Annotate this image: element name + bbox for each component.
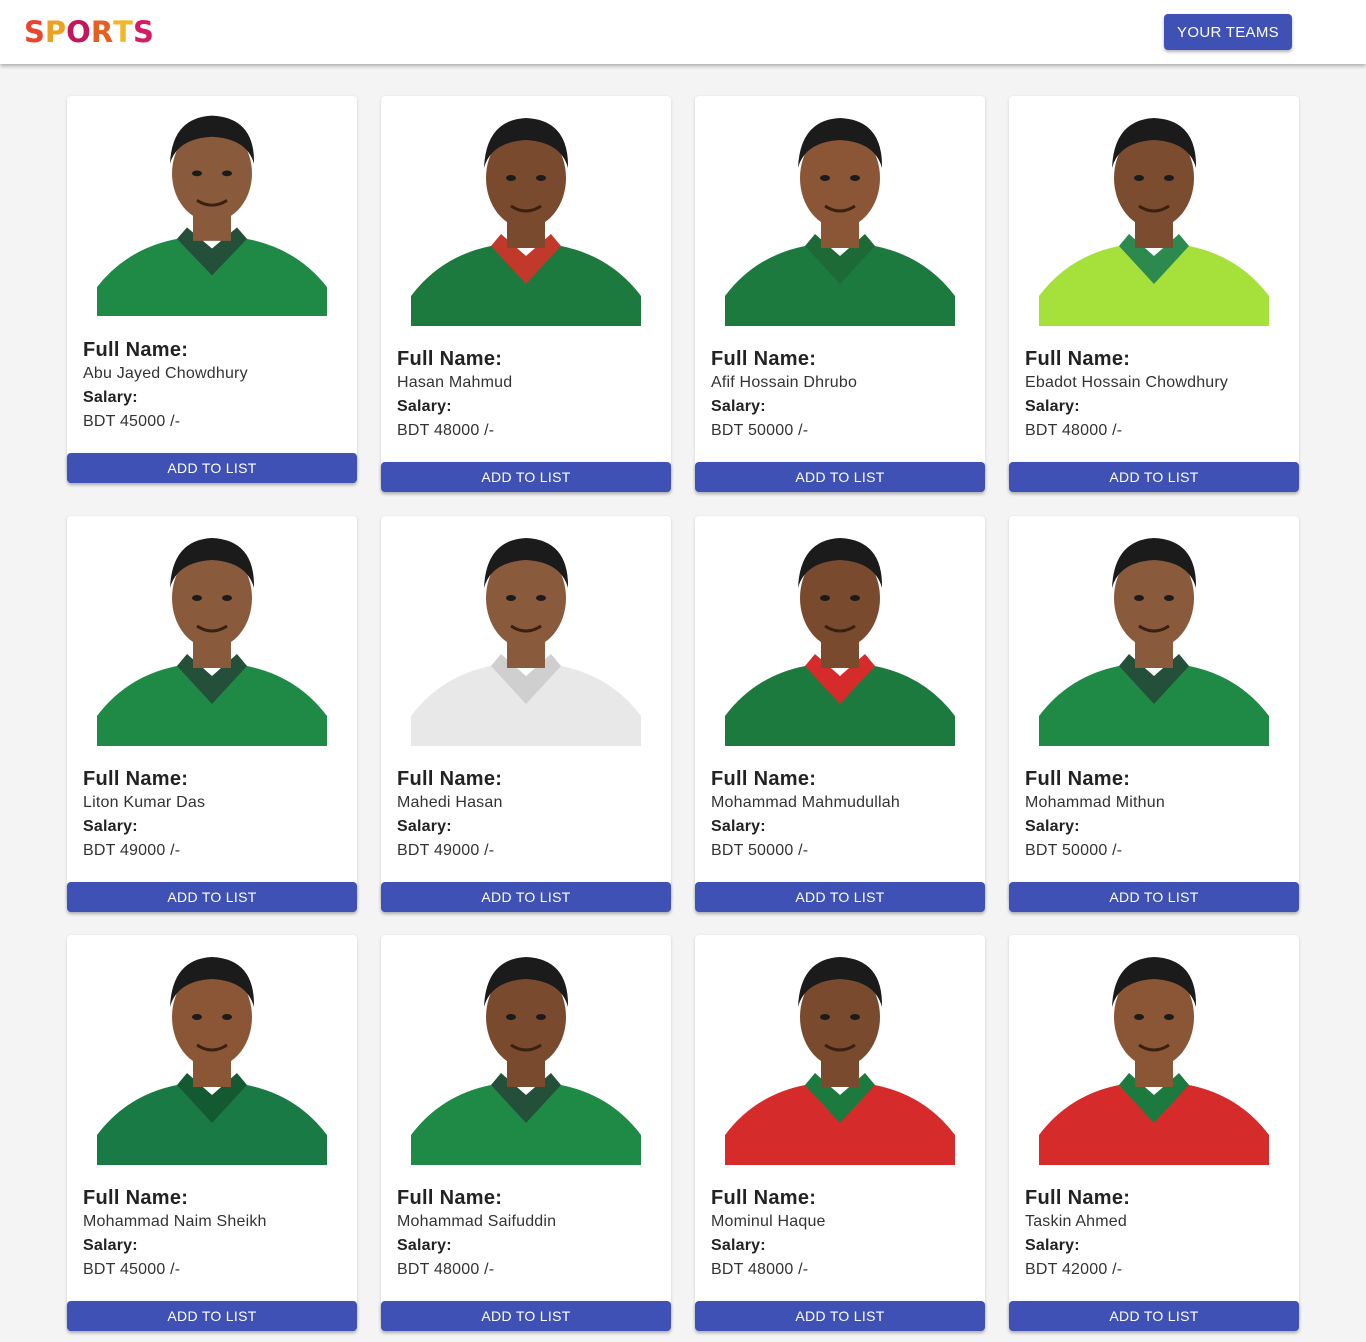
salary-label: Salary: — [711, 1237, 766, 1254]
salary-label: Salary: — [1025, 398, 1080, 415]
player-salary: BDT 45000 /- — [83, 413, 181, 430]
player-card: Full Name: Taskin Ahmed Salary: BDT 4200… — [1009, 935, 1299, 1331]
player-card: Full Name: Mohammad Mithun Salary: BDT 5… — [1009, 516, 1299, 912]
add-to-list-button[interactable]: ADD TO LIST — [381, 1301, 671, 1331]
add-to-list-button[interactable]: ADD TO LIST — [381, 462, 671, 492]
player-card: Full Name: Ebadot Hossain Chowdhury Sala… — [1009, 96, 1299, 492]
player-name: Mominul Haque — [711, 1213, 826, 1230]
full-name-label: Full Name: — [397, 1187, 503, 1209]
player-name: Abu Jayed Chowdhury — [83, 365, 248, 382]
salary-label: Salary: — [397, 818, 452, 835]
add-to-list-button[interactable]: ADD TO LIST — [695, 1301, 985, 1331]
player-photo — [725, 945, 955, 1165]
add-to-list-button[interactable]: ADD TO LIST — [67, 1301, 357, 1331]
player-photo — [411, 106, 641, 326]
player-name: Mohammad Saifuddin — [397, 1213, 557, 1230]
player-photo — [1039, 945, 1269, 1165]
salary-label: Salary: — [397, 1237, 452, 1254]
full-name-label: Full Name: — [711, 768, 817, 790]
full-name-label: Full Name: — [83, 339, 189, 361]
full-name-label: Full Name: — [83, 1187, 189, 1209]
full-name-label: Full Name: — [397, 348, 503, 370]
full-name-label: Full Name: — [1025, 768, 1131, 790]
player-name: Hasan Mahmud — [397, 374, 513, 391]
add-to-list-button[interactable]: ADD TO LIST — [695, 462, 985, 492]
player-salary: BDT 42000 /- — [1025, 1261, 1123, 1278]
player-photo — [411, 945, 641, 1165]
salary-label: Salary: — [711, 818, 766, 835]
add-to-list-button[interactable]: ADD TO LIST — [1009, 462, 1299, 492]
your-teams-button[interactable]: YOUR TEAMS — [1164, 14, 1292, 50]
player-salary: BDT 50000 /- — [711, 422, 809, 439]
player-salary: BDT 45000 /- — [83, 1261, 181, 1278]
player-salary: BDT 49000 /- — [83, 842, 181, 859]
player-card: Full Name: Mohammad Naim Sheikh Salary: … — [67, 935, 357, 1331]
add-to-list-button[interactable]: ADD TO LIST — [1009, 1301, 1299, 1331]
player-card: Full Name: Hasan Mahmud Salary: BDT 4800… — [381, 96, 671, 492]
player-name: Mohammad Mithun — [1025, 794, 1165, 811]
full-name-label: Full Name: — [711, 1187, 817, 1209]
salary-label: Salary: — [83, 1237, 138, 1254]
player-card: Full Name: Mahedi Hasan Salary: BDT 4900… — [381, 516, 671, 912]
player-card: Full Name: Mohammad Saifuddin Salary: BD… — [381, 935, 671, 1331]
player-salary: BDT 49000 /- — [397, 842, 495, 859]
add-to-list-button[interactable]: ADD TO LIST — [1009, 882, 1299, 912]
salary-label: Salary: — [1025, 818, 1080, 835]
player-photo — [725, 106, 955, 326]
player-card: Full Name: Abu Jayed Chowdhury Salary: B… — [67, 96, 357, 483]
player-salary: BDT 50000 /- — [1025, 842, 1123, 859]
salary-label: Salary: — [83, 389, 138, 406]
salary-label: Salary: — [1025, 1237, 1080, 1254]
full-name-label: Full Name: — [1025, 348, 1131, 370]
player-salary: BDT 48000 /- — [711, 1261, 809, 1278]
player-photo — [97, 526, 327, 746]
full-name-label: Full Name: — [1025, 1187, 1131, 1209]
player-salary: BDT 48000 /- — [397, 422, 495, 439]
salary-label: Salary: — [83, 818, 138, 835]
add-to-list-button[interactable]: ADD TO LIST — [381, 882, 671, 912]
player-card: Full Name: Liton Kumar Das Salary: BDT 4… — [67, 516, 357, 912]
add-to-list-button[interactable]: ADD TO LIST — [695, 882, 985, 912]
player-name: Ebadot Hossain Chowdhury — [1025, 374, 1229, 391]
add-to-list-button[interactable]: ADD TO LIST — [67, 882, 357, 912]
player-photo — [411, 526, 641, 746]
full-name-label: Full Name: — [397, 768, 503, 790]
player-salary: BDT 48000 /- — [1025, 422, 1123, 439]
sports-logo[interactable]: SPORTS — [24, 14, 154, 50]
player-card: Full Name: Mominul Haque Salary: BDT 480… — [695, 935, 985, 1331]
player-salary: BDT 48000 /- — [397, 1261, 495, 1278]
salary-label: Salary: — [397, 398, 452, 415]
player-photo — [725, 526, 955, 746]
player-photo — [97, 104, 327, 316]
add-to-list-button[interactable]: ADD TO LIST — [67, 453, 357, 483]
player-card: Full Name: Mohammad Mahmudullah Salary: … — [695, 516, 985, 912]
player-name: Liton Kumar Das — [83, 794, 206, 811]
player-name: Afif Hossain Dhrubo — [711, 374, 858, 391]
player-photo — [1039, 106, 1269, 326]
salary-label: Salary: — [711, 398, 766, 415]
player-name: Mohammad Mahmudullah — [711, 794, 900, 811]
app-bar: SPORTS YOUR TEAMS — [0, 0, 1366, 64]
player-name: Mohammad Naim Sheikh — [83, 1213, 267, 1230]
player-name: Mahedi Hasan — [397, 794, 503, 811]
player-photo — [1039, 526, 1269, 746]
full-name-label: Full Name: — [711, 348, 817, 370]
player-salary: BDT 50000 /- — [711, 842, 809, 859]
player-name: Taskin Ahmed — [1025, 1213, 1128, 1230]
player-photo — [97, 945, 327, 1165]
player-card: Full Name: Afif Hossain Dhrubo Salary: B… — [695, 96, 985, 492]
full-name-label: Full Name: — [83, 768, 189, 790]
